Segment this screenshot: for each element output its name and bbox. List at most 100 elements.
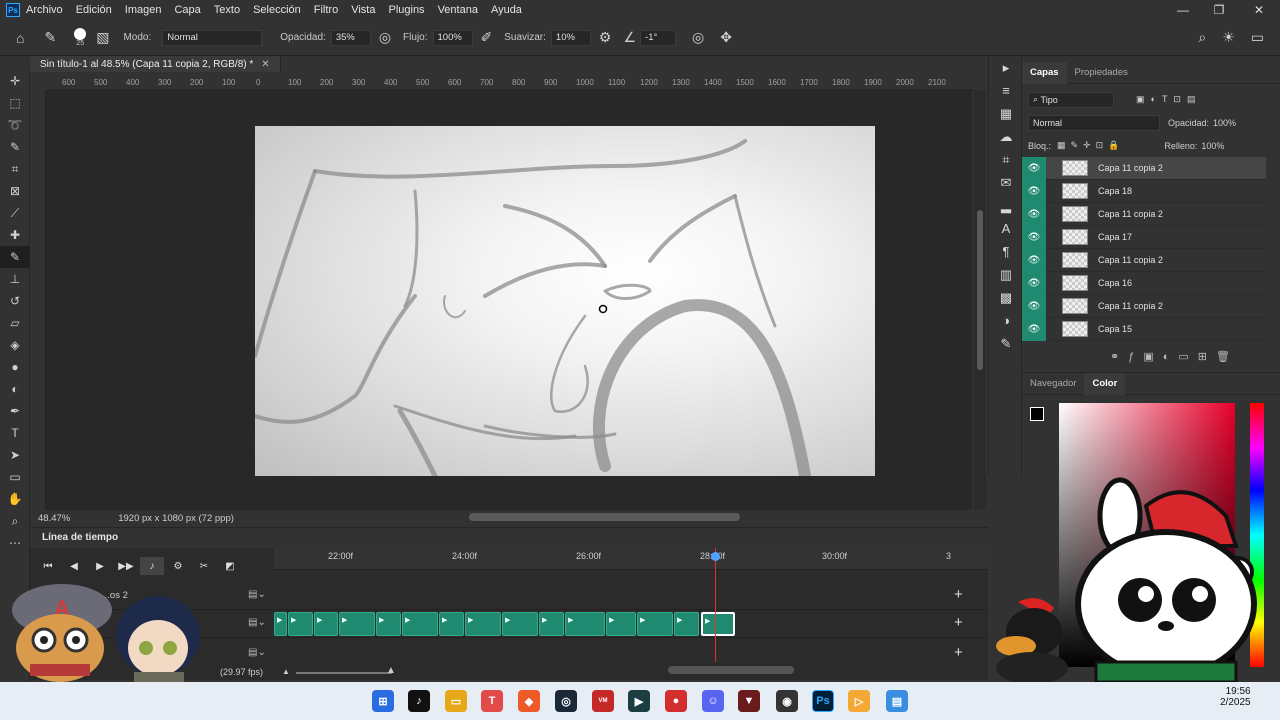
paint-bucket-icon[interactable]: ◈ — [0, 334, 30, 356]
stamp-tool-icon[interactable]: ⊥ — [0, 268, 30, 290]
game-app-icon[interactable]: ▼ — [738, 690, 760, 712]
dodge-tool-icon[interactable]: ◐ — [0, 378, 30, 400]
menu-imagen[interactable]: Imagen — [125, 4, 162, 16]
discord-icon[interactable]: ☺ — [702, 690, 724, 712]
visibility-eye-icon[interactable]: 👁 — [1022, 156, 1046, 180]
fill-value[interactable]: 100% — [1201, 141, 1224, 151]
layer-row[interactable]: 👁 Capa 16 — [1022, 271, 1266, 295]
frame-clip[interactable] — [606, 612, 636, 636]
gradient-icon[interactable]: ▥ — [989, 263, 1023, 286]
film-icon[interactable]: ▤⌄ — [248, 617, 266, 628]
photoshop-taskbar-icon[interactable]: Ps — [812, 690, 834, 712]
blend-mode-select[interactable]: Normal — [1028, 114, 1160, 131]
libraries-icon[interactable]: ☁ — [989, 125, 1023, 148]
angle-input[interactable]: -1° — [640, 29, 677, 46]
visibility-eye-icon[interactable]: 👁 — [1022, 271, 1046, 295]
layer-filter-select[interactable]: ⌕ Tipo — [1028, 91, 1114, 108]
menu-plugins[interactable]: Plugins — [388, 4, 424, 16]
gear-icon[interactable]: ⚙ — [599, 29, 612, 46]
quick-select-tool-icon[interactable]: ✎ — [0, 136, 30, 158]
text-app-icon[interactable]: T — [481, 690, 503, 712]
frame-clip[interactable] — [439, 612, 464, 636]
obs-icon[interactable]: ◉ — [776, 690, 798, 712]
audio-icon[interactable]: ♪ — [140, 557, 164, 575]
visibility-eye-icon[interactable]: 👁 — [1022, 225, 1046, 249]
close-button[interactable]: ✕ — [1240, 0, 1278, 20]
tab-navegador[interactable]: Navegador — [1022, 373, 1084, 395]
layer-row[interactable]: 👁 Capa 11 copia 2 — [1022, 156, 1266, 180]
video-app-icon[interactable]: ▷ — [848, 690, 870, 712]
smooth-input[interactable]: 10% — [550, 29, 591, 46]
discover-icon[interactable]: ☀ — [1222, 29, 1235, 46]
frame-clip[interactable] — [637, 612, 673, 636]
media-app-icon[interactable]: ▶ — [628, 690, 650, 712]
timeline-settings-icon[interactable]: ⚙ — [166, 557, 190, 575]
canvas-vertical-scrollbar[interactable] — [974, 90, 986, 510]
hand-tool-icon[interactable]: ✋ — [0, 488, 30, 510]
windows-start-icon[interactable]: ⊞ — [372, 690, 394, 712]
frame-clip[interactable] — [502, 612, 538, 636]
playhead-handle[interactable] — [711, 552, 720, 561]
zoom-in-icon[interactable]: ▲ — [386, 665, 396, 676]
paragraph-icon[interactable]: ¶ — [989, 240, 1023, 263]
frame-clip[interactable] — [314, 612, 338, 636]
brush-tool-icon[interactable]: ✎ — [44, 29, 56, 46]
path-select-icon[interactable]: ➤ — [0, 444, 30, 466]
comments-icon[interactable]: ✉ — [989, 171, 1023, 194]
frame-clip[interactable] — [674, 612, 699, 636]
playhead[interactable] — [715, 548, 716, 662]
pen-tool-icon[interactable]: ✒ — [0, 400, 30, 422]
film-icon[interactable]: ▤⌄ — [248, 589, 266, 600]
menu-edicion[interactable]: Edición — [76, 4, 112, 16]
menu-ayuda[interactable]: Ayuda — [491, 4, 522, 16]
blur-tool-icon[interactable]: ● — [0, 356, 30, 378]
brush-settings-icon[interactable]: ▧ — [96, 29, 109, 46]
foreground-color-swatch[interactable] — [1030, 407, 1044, 421]
next-frame-icon[interactable]: ▶▶ — [114, 557, 138, 575]
rectangle-tool-icon[interactable]: ▭ — [0, 466, 30, 488]
menu-capa[interactable]: Capa — [174, 4, 200, 16]
layer-row[interactable]: 👁 Capa 11 copia 2 — [1022, 294, 1266, 318]
home-icon[interactable]: ⌂ — [16, 30, 24, 46]
tiktok-icon[interactable]: ♪ — [408, 690, 430, 712]
frame-clip[interactable] — [376, 612, 401, 636]
recorder-icon[interactable]: ● — [665, 690, 687, 712]
layer-row[interactable]: 👁 Capa 18 — [1022, 179, 1266, 203]
maximize-button[interactable]: ❐ — [1200, 0, 1238, 20]
add-media-button[interactable]: + — [954, 644, 963, 661]
airbrush-icon[interactable]: ✐ — [481, 29, 493, 46]
brush-size-picker[interactable]: 25 — [74, 28, 87, 47]
visibility-eye-icon[interactable]: 👁 — [1022, 294, 1046, 318]
adjustments-icon[interactable]: ≡ — [989, 79, 1023, 102]
frame-tool-icon[interactable]: ⊠ — [0, 180, 30, 202]
history-icon[interactable]: ▸ — [989, 56, 1023, 79]
transition-icon[interactable]: ◩ — [218, 557, 242, 575]
frame-clip[interactable] — [402, 612, 438, 636]
visibility-eye-icon[interactable]: 👁 — [1022, 317, 1046, 341]
document-tab[interactable]: Sin título-1 al 48.5% (Capa 11 copia 2, … — [30, 56, 281, 72]
search-icon[interactable]: ⌕ — [1198, 29, 1206, 46]
frame-clip[interactable] — [288, 612, 313, 636]
file-explorer-icon[interactable]: ▭ — [445, 690, 467, 712]
prev-frame-icon[interactable]: ◀ — [62, 557, 86, 575]
document-info[interactable]: 1920 px x 1080 px (72 ppp) — [118, 513, 234, 524]
menu-ventana[interactable]: Ventana — [438, 4, 478, 16]
patterns-icon[interactable]: ▩ — [989, 286, 1023, 309]
zoom-level[interactable]: 48.47% — [38, 513, 70, 524]
filter-icons[interactable]: ▣◐T⊡▤ — [1136, 94, 1201, 105]
mode-select[interactable]: Normal — [162, 29, 263, 46]
layer-row[interactable]: 👁 Capa 17 — [1022, 225, 1266, 249]
lasso-tool-icon[interactable]: ➰ — [0, 114, 30, 136]
frame-clip[interactable] — [565, 612, 605, 636]
lock-icons[interactable]: ▦✎✛⊡🔒 — [1057, 140, 1124, 151]
symmetry-icon[interactable]: ✥ — [720, 29, 732, 46]
pressure-opacity-icon[interactable]: ◎ — [379, 29, 391, 46]
steam-icon[interactable]: ◎ — [555, 690, 577, 712]
layer-row[interactable]: 👁 Capa 15 — [1022, 317, 1266, 341]
play-icon[interactable]: ▶ — [88, 557, 112, 575]
channels-icon[interactable]: ⌗ — [989, 148, 1023, 171]
document-canvas[interactable] — [255, 126, 875, 476]
close-tab-icon[interactable]: ✕ — [261, 59, 269, 70]
histogram-icon[interactable]: ▂ — [989, 194, 1023, 217]
workspace-icon[interactable]: ▭ — [1251, 29, 1264, 46]
